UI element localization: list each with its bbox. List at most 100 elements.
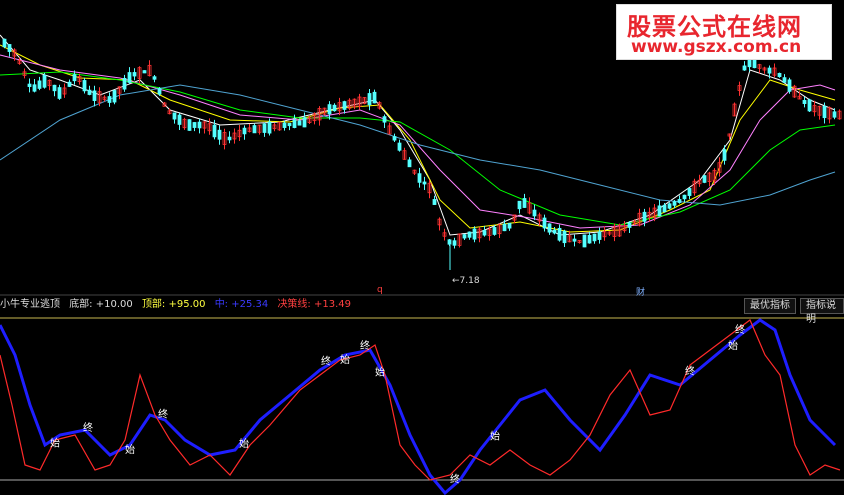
candle-body [722, 149, 727, 161]
candle-body [672, 201, 677, 206]
candle-body [282, 122, 287, 128]
indicator-name: 小牛专业逃顶 [0, 299, 60, 310]
signal-label: 始 [375, 366, 385, 379]
candle-body [547, 223, 552, 233]
candle-body [702, 175, 707, 183]
signal-label: 始 [340, 353, 350, 366]
candle-body [42, 75, 47, 88]
candle-body [597, 231, 602, 240]
bottom-value: 底部: +10.00 [69, 299, 133, 310]
candle-body [662, 204, 667, 213]
indicator-header: 小牛专业逃顶 底部: +10.00 顶部: +95.00 中: +25.34 决… [0, 297, 844, 313]
candle-body [467, 231, 472, 238]
candle-body [372, 91, 377, 104]
candle-body [677, 199, 682, 203]
candle-body [502, 223, 507, 232]
candle-body [52, 84, 57, 92]
candle-body [507, 222, 512, 229]
candle-body [542, 217, 547, 229]
candle-body [452, 240, 457, 246]
candle-body [342, 101, 347, 110]
candle-body [562, 230, 567, 244]
candle-body [767, 67, 772, 74]
candle-body [87, 89, 92, 95]
candle-body [292, 119, 297, 128]
candle-body [367, 93, 372, 106]
candle-body [32, 84, 37, 92]
candle-body [482, 230, 487, 236]
signal-label: 终 [360, 339, 370, 352]
candle-body [552, 229, 557, 234]
candle-body [327, 104, 332, 115]
candle-body [532, 209, 537, 217]
candle-body [302, 117, 307, 128]
candle-body [592, 233, 597, 242]
candle-body [657, 205, 662, 217]
signal-label: 始 [50, 436, 60, 449]
indicator-panel: 始终始终始终 始终始终始终始终 [0, 317, 844, 495]
candle-body [462, 234, 467, 239]
q-marker: q [377, 285, 383, 295]
candle-body [572, 238, 577, 242]
candle-body [587, 234, 592, 244]
signal-label: 始 [239, 437, 249, 450]
candle-body [107, 96, 112, 103]
candle-body [287, 123, 292, 127]
ma5-line [0, 34, 836, 236]
candle-body [142, 70, 147, 74]
best-indicator-button[interactable]: 最优指标 [744, 298, 796, 314]
candle-body [252, 125, 257, 134]
candle-body [297, 120, 302, 126]
candle-body [127, 72, 132, 83]
candle-body [752, 59, 757, 69]
candle-body [227, 136, 232, 141]
candle-body [67, 81, 72, 87]
indicator-help-button[interactable]: 指标说明 [800, 298, 844, 325]
watermark-url: www.gszx.com.cn [631, 37, 802, 57]
signal-label: 终 [735, 323, 745, 336]
signal-label: 终 [158, 407, 168, 420]
candle-body [397, 142, 402, 151]
candle-body [392, 136, 397, 141]
signal-label: 终 [685, 365, 695, 378]
candle-body [382, 116, 387, 123]
candle-body [802, 100, 807, 104]
signal-label: 终 [83, 421, 93, 434]
candle-body [787, 79, 792, 92]
candle-body [262, 123, 267, 133]
candle-body [642, 211, 647, 222]
candle-body [332, 104, 337, 112]
candle-body [82, 80, 87, 92]
candle-body [187, 119, 192, 131]
candle-body [242, 127, 247, 135]
candle-body [157, 88, 162, 95]
candle-body [472, 228, 477, 240]
candle-body [432, 199, 437, 205]
candle-body [217, 129, 222, 140]
candle-body [192, 122, 197, 128]
low-price-value: 7.18 [459, 276, 480, 286]
candle-body [667, 203, 672, 209]
signal-label: 终 [450, 472, 460, 485]
candle-body [407, 159, 412, 168]
candle-body [2, 38, 7, 48]
candle-body [132, 72, 137, 77]
candle-body [557, 227, 562, 241]
candle-body [122, 77, 127, 90]
candle-body [177, 114, 182, 125]
candle-body [267, 121, 272, 134]
candle-body [57, 87, 62, 99]
signal-label: 始 [125, 443, 135, 456]
signal-label: 始 [728, 339, 738, 352]
candle-body [682, 194, 687, 200]
candle-body [422, 181, 427, 185]
candle-body [627, 222, 632, 228]
signal-label: 终 [321, 354, 331, 367]
candle-body [687, 188, 692, 196]
candle-body [417, 173, 422, 183]
candle-body [832, 111, 837, 118]
candle-body [172, 112, 177, 120]
candle-body [7, 44, 12, 52]
candle-body [492, 227, 497, 235]
signal-label: 始 [490, 429, 500, 442]
